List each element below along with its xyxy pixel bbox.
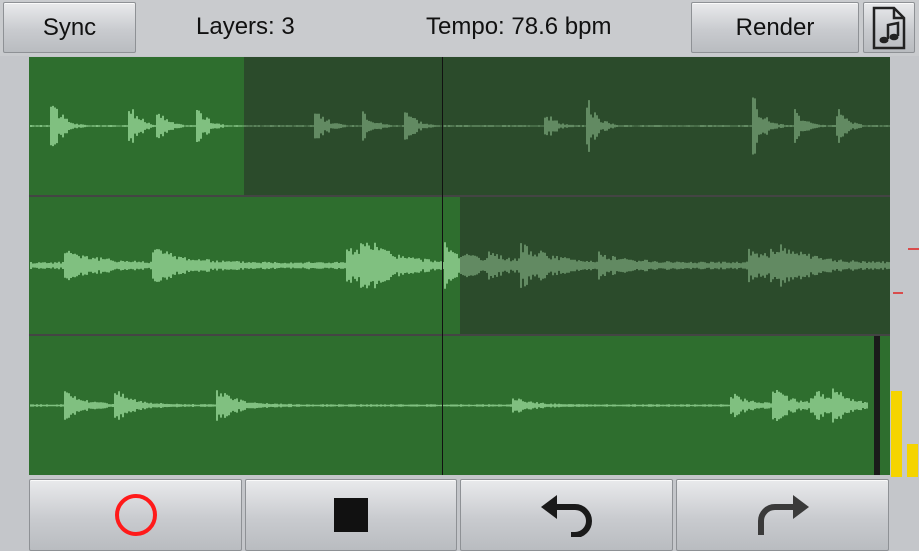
- waveform-played: [30, 388, 868, 423]
- render-button[interactable]: Render: [691, 2, 859, 53]
- redo-icon: [757, 495, 809, 535]
- meter-mark-upper: [908, 248, 919, 250]
- playhead[interactable]: [442, 57, 444, 475]
- tempo-display: Tempo: 78.6 bpm: [426, 13, 612, 40]
- redo-button[interactable]: [676, 479, 889, 551]
- meter-right-bar: [907, 444, 918, 477]
- file-button[interactable]: [863, 2, 915, 53]
- stop-button[interactable]: [245, 479, 457, 551]
- track-2-waveform: [30, 242, 890, 289]
- stop-icon: [334, 498, 368, 532]
- waveform-unplayed: [460, 243, 890, 288]
- track-3-end-marker: [874, 336, 880, 475]
- track-3[interactable]: [29, 336, 890, 475]
- top-toolbar: Sync Layers: 3 Tempo: 78.6 bpm Render: [0, 0, 919, 56]
- sync-button[interactable]: Sync: [3, 2, 136, 53]
- meter-mark-lower: [893, 292, 903, 294]
- waveform-unplayed: [244, 97, 890, 155]
- undo-icon: [540, 495, 592, 537]
- track-1[interactable]: [29, 57, 890, 195]
- meter-left-bar: [891, 391, 902, 477]
- record-icon: [114, 494, 157, 536]
- waveform-played: [30, 105, 244, 147]
- record-button[interactable]: [29, 479, 242, 551]
- waveform-played: [30, 242, 460, 289]
- level-meter: [890, 57, 919, 477]
- track-area[interactable]: [29, 57, 890, 475]
- undo-button[interactable]: [460, 479, 673, 551]
- transport-bar: [0, 477, 919, 551]
- music-file-icon: [872, 6, 906, 49]
- track-1-waveform: [30, 97, 890, 155]
- layers-count: Layers: 3: [196, 13, 295, 40]
- track-2[interactable]: [29, 197, 890, 334]
- track-3-waveform: [30, 388, 868, 423]
